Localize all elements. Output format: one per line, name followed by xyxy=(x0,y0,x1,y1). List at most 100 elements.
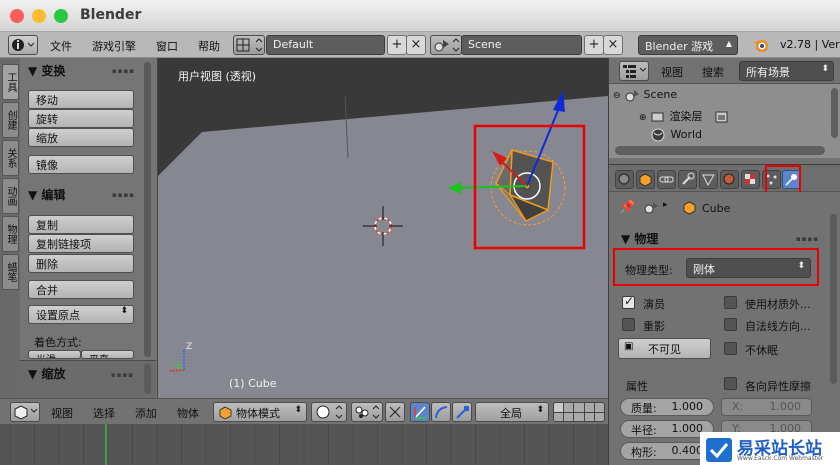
panel-grip-icon[interactable]: ▪▪▪▪ xyxy=(111,371,134,379)
add-scene-button[interactable]: + xyxy=(584,35,604,55)
panel-grip-icon[interactable]: ▪▪▪▪ xyxy=(796,235,819,243)
add-layout-button[interactable]: + xyxy=(387,35,407,55)
timeline-grid[interactable] xyxy=(0,424,608,465)
tab-modifiers[interactable] xyxy=(678,170,697,189)
smooth-shading-button[interactable]: 光滑 xyxy=(28,350,81,359)
maximize-window-button[interactable] xyxy=(54,9,68,23)
anisotropic-x-field[interactable]: X: 1.000 xyxy=(721,398,812,416)
join-button[interactable]: 合并 xyxy=(28,280,134,299)
physics-panel-title[interactable]: ▼ 物理 xyxy=(621,230,658,247)
tab-object[interactable] xyxy=(636,170,655,189)
panel-grip-icon[interactable]: ▪▪▪▪ xyxy=(112,191,135,199)
translate-manipulator-button[interactable] xyxy=(410,402,430,422)
window-title: Blender xyxy=(80,7,142,23)
collapse-icon[interactable]: ⊖ xyxy=(613,91,621,101)
interaction-mode-dropdown[interactable]: 物体模式 ⬍ xyxy=(213,402,307,422)
transform-orientation-dropdown[interactable]: 全局 ⬍ xyxy=(475,402,549,422)
outliner-editor-type-button[interactable] xyxy=(619,61,649,81)
operator-panel-scrollbar[interactable] xyxy=(144,364,151,394)
use-normal-direction-checkbox[interactable] xyxy=(724,318,737,331)
panel-grip-icon[interactable]: ▪▪▪▪ xyxy=(112,67,135,75)
menu-view[interactable]: 视图 xyxy=(51,405,73,421)
tab-grease-pencil[interactable]: 蜡笔 xyxy=(2,254,19,290)
screen-layout-icon xyxy=(236,38,263,52)
outliner-vertical-scrollbar[interactable] xyxy=(831,88,838,138)
screen-layout-selector[interactable] xyxy=(233,35,265,55)
mirror-button[interactable]: 镜像 xyxy=(28,155,134,174)
scene-selector[interactable] xyxy=(430,35,462,55)
rotate-manipulator-button[interactable] xyxy=(431,402,451,422)
menu-object[interactable]: 物体 xyxy=(177,405,199,421)
menu-game-engine[interactable]: 游戏引擎 xyxy=(92,38,136,54)
outliner-horizontal-scrollbar[interactable] xyxy=(615,146,825,155)
viewport-canvas[interactable] xyxy=(158,58,608,398)
properties-scrollbar[interactable] xyxy=(830,214,837,384)
mass-field[interactable]: 质量: 1.000 xyxy=(620,398,714,416)
outliner-display-mode-dropdown[interactable]: 所有场景 ⬍ xyxy=(739,61,834,81)
delete-layout-button[interactable]: × xyxy=(406,35,426,55)
menu-add[interactable]: 添加 xyxy=(135,405,157,421)
transform-panel-title[interactable]: ▼ 变换 xyxy=(28,62,65,79)
tab-tools[interactable]: 工具 xyxy=(2,64,19,100)
outliner-row-world[interactable]: World xyxy=(651,128,702,142)
invisible-button[interactable]: ▣ 不可见 xyxy=(618,338,711,359)
pin-icon[interactable]: 📌 xyxy=(619,200,635,215)
properties-context-tabs xyxy=(609,164,840,205)
actor-checkbox[interactable]: ✓ xyxy=(622,294,635,309)
pivot-icon xyxy=(355,405,380,419)
tab-create[interactable]: 创建 xyxy=(2,102,19,138)
outliner-menu-search[interactable]: 搜索 xyxy=(702,64,724,80)
attributes-label: 属性 xyxy=(626,380,648,393)
flat-shading-button[interactable]: 平直 xyxy=(81,350,134,359)
ghost-checkbox[interactable] xyxy=(622,318,635,331)
menu-file[interactable]: 文件 xyxy=(50,38,72,54)
tab-texture[interactable] xyxy=(741,170,760,189)
watermark-subtext: Www.Easck.Com Webmaster xyxy=(737,455,824,462)
viewport-editor-type-button[interactable] xyxy=(10,402,40,422)
use-normal-direction-label: 自法线方向... xyxy=(745,320,811,333)
delete-button[interactable]: 删除 xyxy=(28,254,134,273)
menu-window[interactable]: 窗口 xyxy=(156,38,178,54)
tab-render[interactable] xyxy=(615,170,634,189)
rotate-button[interactable]: 旋转 xyxy=(28,109,134,128)
outliner-row-render-layers[interactable]: ⊕ 渲染层 xyxy=(639,108,730,124)
scale-manipulator-button[interactable] xyxy=(452,402,472,422)
manipulator-toggle-button[interactable] xyxy=(385,402,405,422)
tab-animation[interactable]: 动画 xyxy=(2,178,19,214)
expand-icon[interactable]: ⊕ xyxy=(639,113,647,123)
minimize-window-button[interactable] xyxy=(32,9,46,23)
render-engine-dropdown[interactable]: Blender 游戏 ▲ xyxy=(638,35,738,55)
anisotropic-friction-checkbox[interactable] xyxy=(724,377,737,390)
tab-physics[interactable]: 物理 xyxy=(2,216,19,252)
outliner-row-scene[interactable]: ⊖ Scene xyxy=(613,88,677,102)
scale-button[interactable]: 缩放 xyxy=(28,128,134,147)
menu-help[interactable]: 帮助 xyxy=(198,38,220,54)
set-origin-dropdown[interactable]: 设置原点 ⬍ xyxy=(28,305,134,324)
tab-material[interactable] xyxy=(720,170,739,189)
layer-buttons[interactable] xyxy=(553,402,605,422)
viewport-shading-dropdown[interactable] xyxy=(311,402,347,422)
edit-panel-title[interactable]: ▼ 编辑 xyxy=(28,186,65,203)
delete-scene-button[interactable]: × xyxy=(603,35,623,55)
menu-select[interactable]: 选择 xyxy=(93,405,115,421)
info-editor-type-button[interactable] xyxy=(8,35,38,55)
pivot-point-dropdown[interactable] xyxy=(351,402,383,422)
duplicate-linked-button[interactable]: 复制链接项 xyxy=(28,234,134,253)
use-material-force-checkbox[interactable] xyxy=(724,296,737,309)
tab-relations[interactable]: 关系 xyxy=(2,140,19,176)
tool-shelf-scrollbar[interactable] xyxy=(144,62,151,357)
scale-panel-title[interactable]: ▼ 缩放 xyxy=(28,365,65,382)
tab-constraints[interactable] xyxy=(657,170,676,189)
no-sleeping-checkbox[interactable] xyxy=(724,342,737,355)
window-title-bar: Blender xyxy=(0,0,840,32)
outliner-menu-view[interactable]: 视图 xyxy=(661,64,683,80)
move-button[interactable]: 移动 xyxy=(28,90,134,109)
tab-data[interactable] xyxy=(699,170,718,189)
3d-viewport[interactable]: 用户视图 (透视) Z (1) Cube xyxy=(158,58,608,398)
timeline-editor[interactable] xyxy=(0,424,608,465)
screen-layout-name-field[interactable]: Default xyxy=(266,35,385,55)
breadcrumb-arrow-icon: ▸ xyxy=(663,200,668,210)
scene-name-field[interactable]: Scene xyxy=(461,35,582,55)
close-window-button[interactable] xyxy=(10,9,24,23)
duplicate-button[interactable]: 复制 xyxy=(28,215,134,234)
